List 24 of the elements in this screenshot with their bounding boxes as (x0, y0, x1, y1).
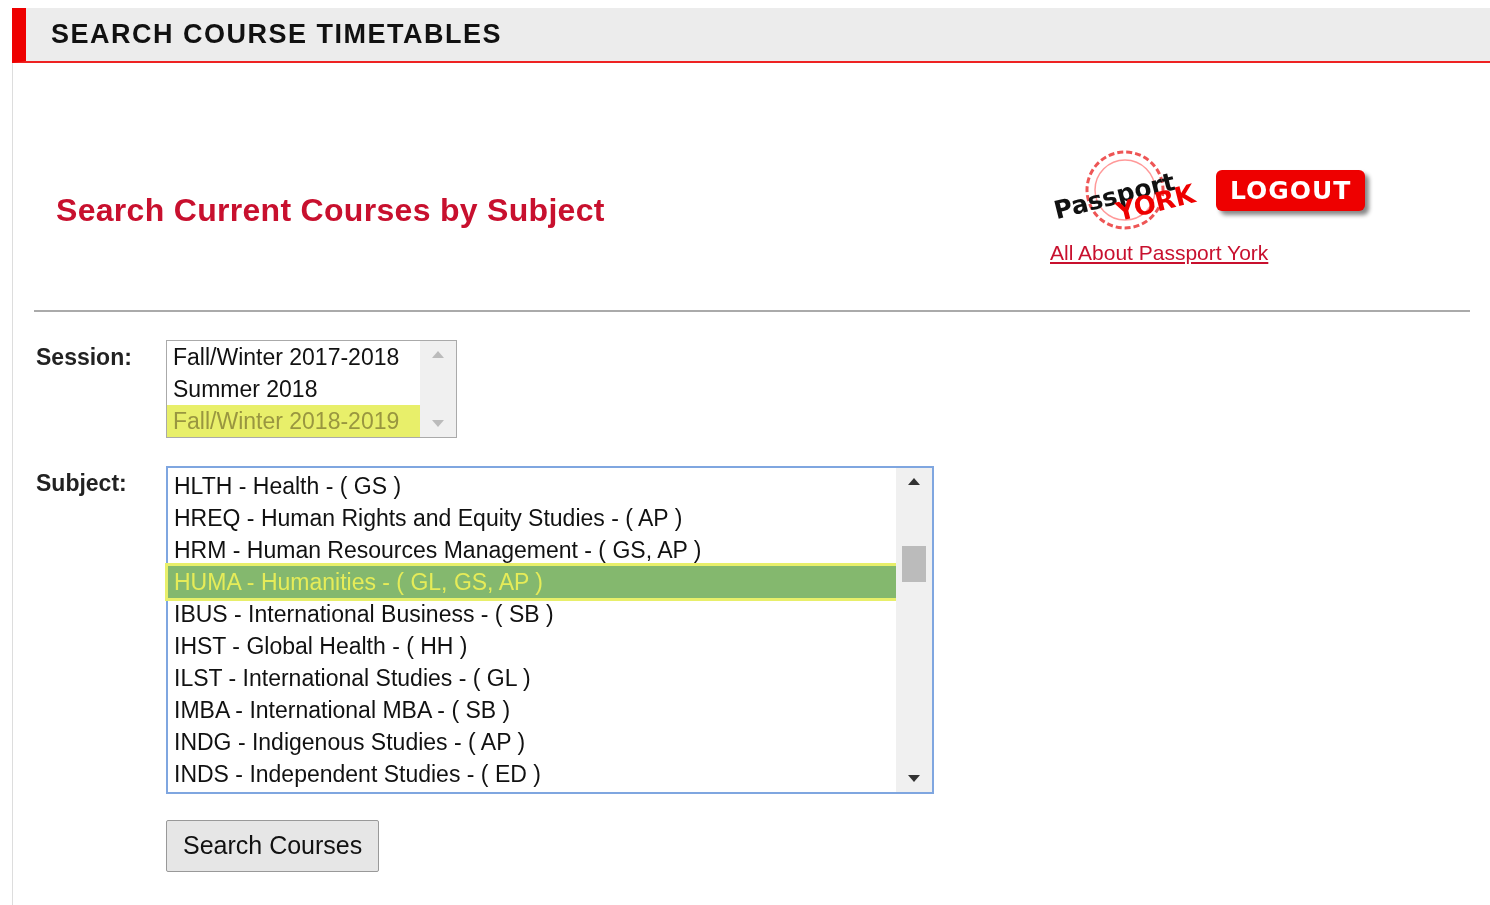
search-courses-button[interactable]: Search Courses (166, 820, 380, 872)
logout-button[interactable]: LOGOUT (1216, 169, 1366, 212)
list-option[interactable]: INDG - Indigenous Studies - ( AP ) (168, 726, 896, 758)
list-option[interactable]: IMBA - International MBA - ( SB ) (168, 694, 896, 726)
list-option[interactable]: IHST - Global Health - ( HH ) (168, 630, 896, 662)
subject-label: Subject: (36, 469, 128, 498)
header-title: SEARCH COURSE TIMETABLES (51, 18, 503, 52)
scrollbar-thumb[interactable] (902, 546, 926, 582)
scroll-up-arrow-icon[interactable] (907, 476, 921, 486)
list-option[interactable]: IBUS - International Business - ( SB ) (168, 598, 896, 630)
list-option[interactable]: HLTH - Health - ( GS ) (168, 470, 896, 502)
session-label: Session: (36, 343, 133, 372)
list-option[interactable]: INDS - Independent Studies - ( ED ) (168, 758, 896, 790)
passport-york-info-link[interactable]: All About Passport York (1050, 237, 1269, 269)
list-option[interactable]: Fall/Winter 2017-2018 (167, 341, 420, 373)
list-option[interactable]: Summer 2018 (167, 373, 420, 405)
subject-listbox[interactable] (166, 466, 934, 794)
list-option[interactable]: HREQ - Human Rights and Equity Studies - ( AP ) (168, 502, 896, 534)
scrollbar[interactable] (896, 468, 932, 792)
list-option[interactable]: ILST - International Studies - ( GL ) (168, 662, 896, 694)
session-listbox[interactable]: Fall/Winter 2017-2018 Summer 2018 Fall/Winter 2018-2019 (166, 340, 457, 438)
scroll-down-arrow-icon[interactable] (907, 774, 921, 784)
page-heading: Search Current Courses by Subject (56, 191, 605, 230)
list-option[interactable]: HRM - Human Resources Management - ( GS, AP ) (168, 534, 896, 566)
